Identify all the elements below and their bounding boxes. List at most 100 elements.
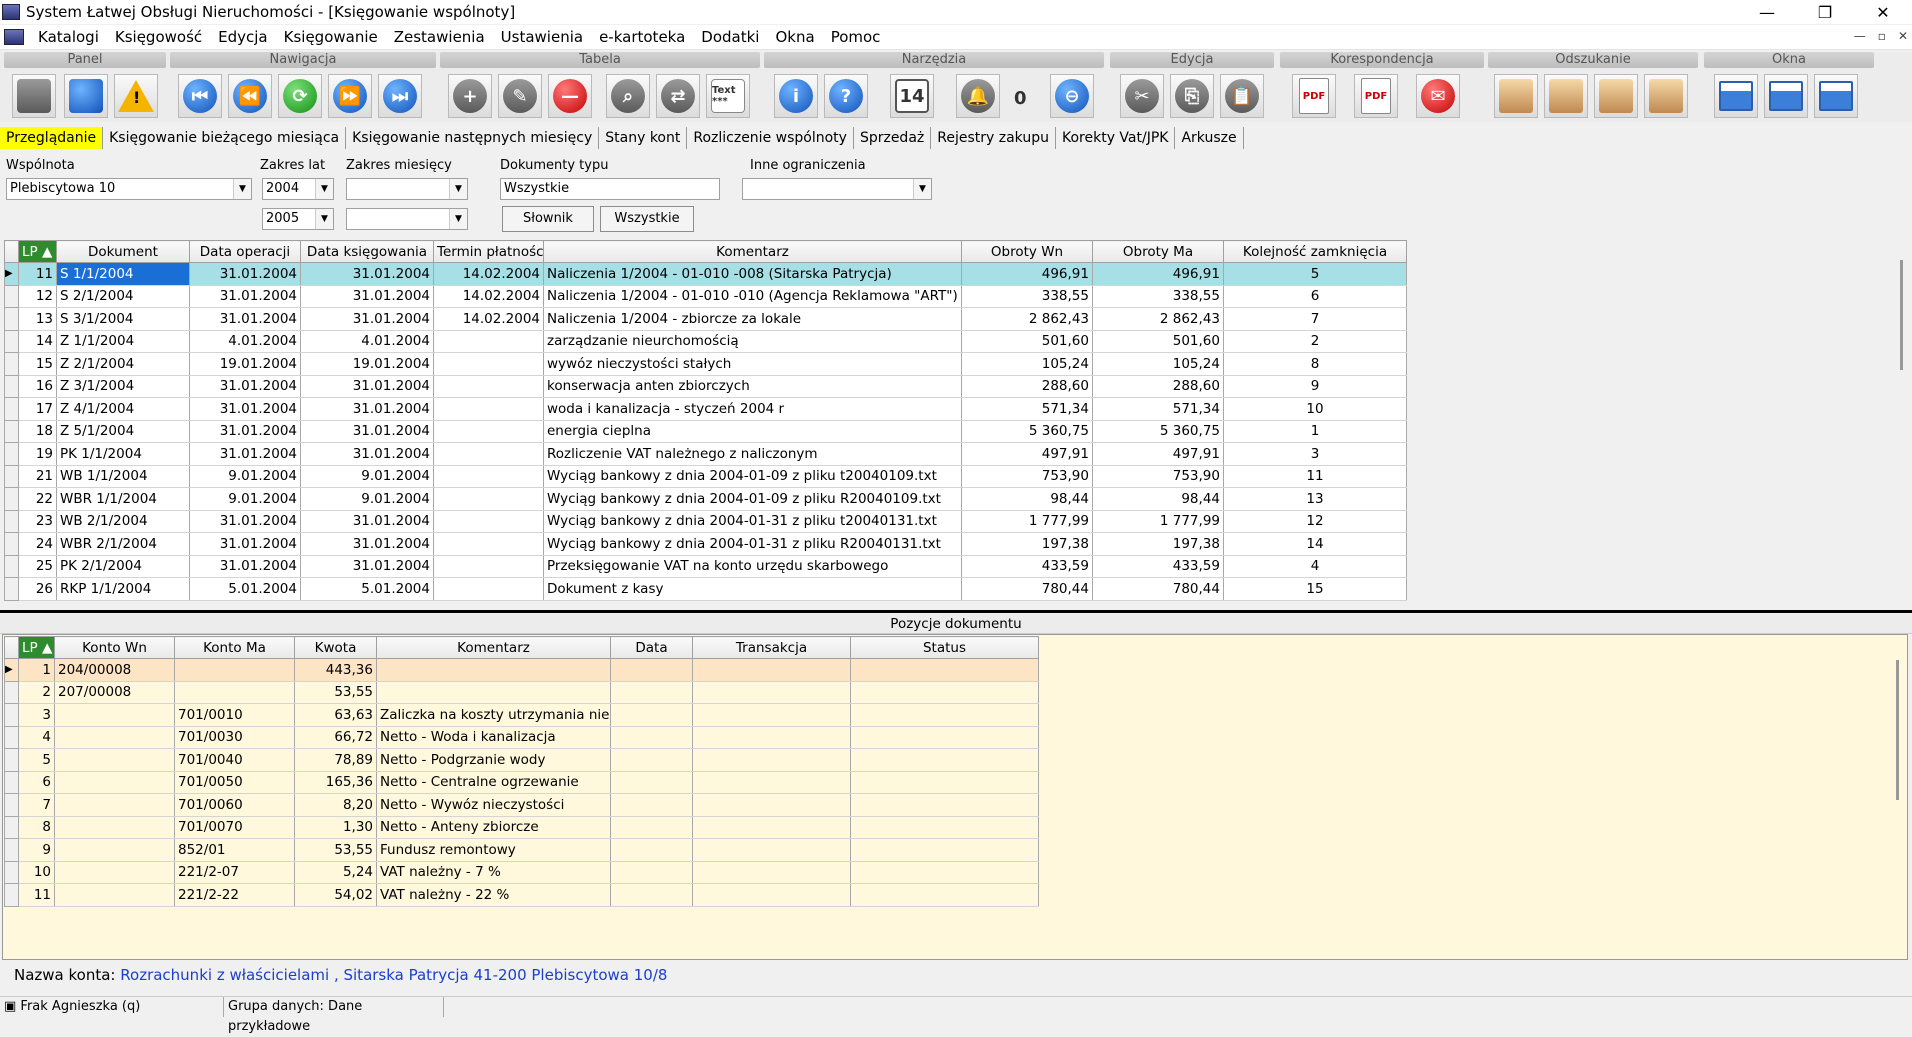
table-cell[interactable]: 11 — [1223, 465, 1407, 488]
table-cell[interactable] — [376, 681, 611, 704]
table-cell[interactable]: 701/0060 — [174, 793, 295, 817]
tab-przegladanie[interactable]: Przeglądanie — [0, 126, 104, 149]
tile-horizontal-button[interactable] — [1764, 74, 1808, 118]
table-cell[interactable] — [850, 816, 1039, 839]
position-row[interactable]: ▶ 1 204/00008 443,36 — [4, 658, 1039, 682]
table-cell[interactable]: 9 — [18, 838, 55, 862]
mail-button[interactable]: ✉ — [1416, 74, 1460, 118]
position-row[interactable]: 7 701/0060 8,20 Netto - Wywóz nieczystości — [4, 793, 1039, 817]
table-cell[interactable]: 22 — [18, 487, 57, 511]
first-record-button[interactable]: ⏮ — [178, 74, 222, 118]
table-cell[interactable]: WBR 2/1/2004 — [56, 532, 190, 556]
table-cell[interactable]: 571,34 — [1092, 397, 1224, 421]
table-cell[interactable]: 4.01.2004 — [189, 330, 301, 353]
table-cell[interactable]: 66,72 — [294, 726, 377, 749]
table-cell[interactable]: wywóz nieczystości stałych — [543, 352, 962, 376]
table-cell[interactable]: Z 2/1/2004 — [56, 352, 190, 376]
table-cell[interactable] — [610, 681, 693, 704]
tab-stany-kont[interactable]: Stany kont — [599, 126, 688, 149]
table-cell[interactable]: 31.01.2004 — [189, 262, 301, 286]
table-cell[interactable]: 98,44 — [961, 487, 1093, 511]
table-cell[interactable]: 5 — [18, 748, 55, 772]
table-cell[interactable] — [433, 352, 544, 376]
table-cell[interactable]: 23 — [18, 510, 57, 533]
document-row[interactable]: 26 RKP 1/1/2004 5.01.2004 5.01.2004 Dokument… — [4, 577, 1407, 601]
month-from-select[interactable]: ▼ — [346, 178, 468, 200]
table-cell[interactable] — [433, 330, 544, 353]
table-cell[interactable]: 497,91 — [961, 442, 1093, 466]
table-cell[interactable]: PK 1/1/2004 — [56, 442, 190, 466]
position-row[interactable]: 4 701/0030 66,72 Netto - Woda i kanalizacja — [4, 725, 1039, 749]
delete-record-button[interactable]: — — [548, 74, 592, 118]
table-cell[interactable]: 31.01.2004 — [300, 397, 434, 421]
table-cell[interactable]: VAT należny - 22 % — [376, 883, 611, 907]
table-cell[interactable]: 31.01.2004 — [300, 420, 434, 443]
table-cell[interactable]: 2 862,43 — [961, 307, 1093, 331]
table-cell[interactable] — [610, 771, 693, 794]
table-cell[interactable]: 8,20 — [294, 793, 377, 817]
table-cell[interactable]: 4.01.2004 — [300, 330, 434, 353]
table-cell[interactable]: Zaliczka na koszty utrzymania nieruchomo… — [376, 703, 611, 727]
table-cell[interactable]: 701/0070 — [174, 816, 295, 839]
search-button[interactable]: ⌕ — [606, 74, 650, 118]
table-cell[interactable]: 6 — [1223, 285, 1407, 308]
table-cell[interactable]: Wyciąg bankowy z dnia 2004-01-09 z pliku… — [543, 465, 962, 488]
table-cell[interactable]: Naliczenia 1/2004 - 01-010 -010 (Agencja… — [543, 285, 962, 308]
table-cell[interactable]: 24 — [18, 532, 57, 556]
table-cell[interactable]: 701/0030 — [174, 726, 295, 749]
table-cell[interactable] — [174, 658, 295, 682]
position-row[interactable]: 2 207/00008 53,55 — [4, 680, 1039, 704]
table-cell[interactable]: 2 — [18, 681, 55, 704]
table-cell[interactable]: 14.02.2004 — [433, 285, 544, 308]
document-row[interactable]: 17 Z 4/1/2004 31.01.2004 31.01.2004 woda i k… — [4, 397, 1407, 421]
column-header[interactable]: Obroty Wn — [961, 240, 1093, 263]
table-cell[interactable]: 19 — [18, 442, 57, 466]
table-cell[interactable]: 1 — [1223, 420, 1407, 443]
table-cell[interactable]: 852/01 — [174, 838, 295, 862]
table-cell[interactable]: 31.01.2004 — [189, 420, 301, 443]
table-cell[interactable]: 15 — [18, 352, 57, 376]
table-cell[interactable]: 16 — [18, 375, 57, 398]
table-cell[interactable]: 31.01.2004 — [300, 555, 434, 578]
table-cell[interactable]: 11 — [18, 262, 57, 286]
document-row[interactable]: 19 PK 1/1/2004 31.01.2004 31.01.2004 Rozlicz… — [4, 442, 1407, 466]
table-cell[interactable] — [692, 883, 851, 907]
table-cell[interactable] — [54, 793, 175, 817]
positions-scrollbar[interactable] — [1896, 660, 1899, 800]
table-cell[interactable]: 433,59 — [1092, 555, 1224, 578]
add-record-button[interactable]: + — [448, 74, 492, 118]
table-cell[interactable]: Netto - Podgrzanie wody — [376, 748, 611, 772]
wszystkie-button[interactable]: Wszystkie — [600, 206, 694, 232]
table-cell[interactable]: 6 — [18, 771, 55, 794]
position-row[interactable]: 10 221/2-07 5,24 VAT należny - 7 % — [4, 860, 1039, 884]
menu-pomoc[interactable]: Pomoc — [823, 28, 889, 46]
table-cell[interactable]: 26 — [18, 577, 57, 601]
menu-e-kartoteka[interactable]: e-kartoteka — [591, 28, 693, 46]
table-cell[interactable]: WBR 1/1/2004 — [56, 487, 190, 511]
table-cell[interactable] — [692, 681, 851, 704]
table-cell[interactable]: 9.01.2004 — [300, 487, 434, 511]
table-cell[interactable]: 338,55 — [961, 285, 1093, 308]
table-cell[interactable]: 19.01.2004 — [189, 352, 301, 376]
table-cell[interactable] — [433, 397, 544, 421]
column-header[interactable]: Konto Wn — [54, 636, 175, 659]
menu-ksiegowosc[interactable]: Księgowość — [107, 28, 210, 46]
column-header[interactable]: Data — [610, 636, 693, 659]
table-cell[interactable]: 5.01.2004 — [189, 577, 301, 601]
column-header[interactable]: Dokument — [56, 240, 190, 263]
paste-button[interactable]: 📋 — [1220, 74, 1264, 118]
table-cell[interactable]: 9 — [1223, 375, 1407, 398]
table-cell[interactable] — [692, 771, 851, 794]
table-cell[interactable]: Wyciąg bankowy z dnia 2004-01-09 z pliku… — [543, 487, 962, 511]
table-cell[interactable]: 8 — [18, 816, 55, 839]
table-cell[interactable]: 5 — [1223, 262, 1407, 286]
table-cell[interactable] — [610, 748, 693, 772]
slownik-button[interactable]: Słownik — [502, 206, 594, 232]
menu-edycja[interactable]: Edycja — [210, 28, 275, 46]
table-cell[interactable]: 501,60 — [961, 330, 1093, 353]
table-cell[interactable]: 221/2-07 — [174, 861, 295, 884]
tab-ksiegowanie-biezacego[interactable]: Księgowanie bieżącego miesiąca — [103, 126, 347, 149]
table-cell[interactable] — [610, 816, 693, 839]
table-cell[interactable] — [610, 658, 693, 682]
table-cell[interactable]: 31.01.2004 — [300, 307, 434, 331]
